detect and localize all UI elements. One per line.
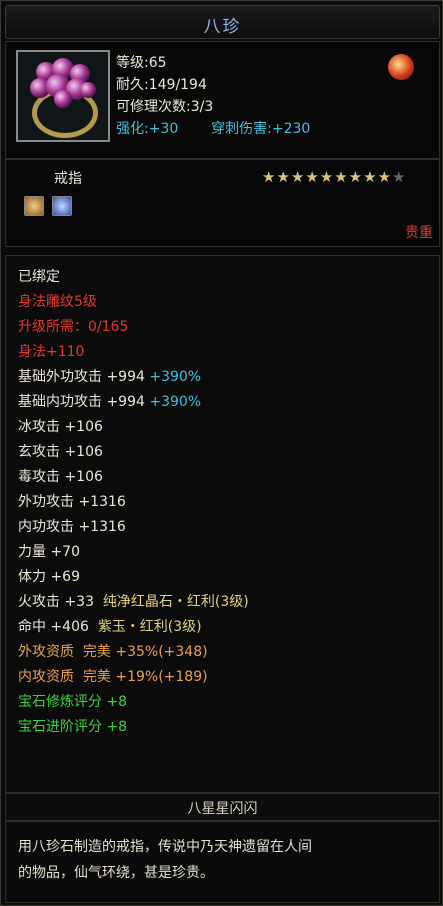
attr-gem-refine-score: 宝石修炼评分 +8 — [18, 694, 128, 710]
attr-internal-attack: 内功攻击 +1316 — [18, 519, 126, 535]
attr-xuan: 玄攻击 +106 — [18, 444, 103, 460]
skill-engraving: 身法雕纹5级 — [18, 294, 97, 310]
ring-item-icon — [16, 50, 110, 142]
rarity-label: 贵重 — [405, 225, 433, 241]
attr-strength: 力量 +70 — [18, 544, 80, 560]
repair-count-text: 可修理次数:3/3 — [116, 99, 214, 115]
attr-poison: 毒攻击 +106 — [18, 469, 103, 485]
attr-stamina: 体力 +69 — [18, 569, 80, 585]
enhance-label: 强化: — [116, 121, 149, 137]
pierce-value: +230 — [271, 121, 311, 137]
attr-ice: 冰攻击 +106 — [18, 419, 103, 435]
attr-base-internal: 基础内功攻击 +994 +390% — [18, 394, 202, 410]
title-bar: 八珍 — [5, 5, 440, 39]
attr-shenfa: 身法+110 — [18, 344, 85, 360]
effect-icon — [388, 54, 414, 80]
attr-external-aptitude: 外攻资质 完美 +35%(+348) — [18, 644, 208, 660]
description-line-1: 用八珍石制造的戒指，传说中乃天神遗留在人间 — [18, 839, 312, 855]
attribute-list: 已绑定 身法雕纹5级 升级所需：0/165 身法+110 基础外功攻击 +994… — [5, 255, 440, 793]
attr-hit: 命中 +406 紫玉・红利(3级) — [18, 619, 202, 635]
attr-external-attack: 外功攻击 +1316 — [18, 494, 126, 510]
stars-empty: ★ — [392, 168, 407, 186]
attr-base-external: 基础外功攻击 +994 +390% — [18, 369, 202, 385]
enhance-value: +30 — [148, 121, 179, 137]
set-name-bar: 八星星闪闪 — [5, 793, 440, 821]
item-tooltip-panel: 八珍 等级:65 耐久:149/194 可修理次数:3/3 强化:+30 穿刺伤… — [0, 0, 443, 906]
item-type: 戒指 — [54, 171, 82, 187]
level-text: 等级:65 — [116, 55, 167, 71]
item-name: 八珍 — [203, 17, 242, 37]
attr-gem-advance-score: 宝石进阶评分 +8 — [18, 719, 128, 735]
pierce-label: 穿刺伤害: — [211, 121, 272, 137]
set-name: 八星星闪闪 — [187, 801, 258, 817]
enhance-line: 强化:+30 穿刺伤害:+230 — [116, 118, 310, 138]
upgrade-requirement: 升级所需：0/165 — [18, 319, 129, 335]
socket-gem-icon-2 — [52, 196, 72, 216]
description-line-2: 的物品，仙气环绕，甚是珍贵。 — [18, 865, 214, 881]
attr-internal-aptitude: 内攻资质 完美 +19%(+189) — [18, 669, 208, 685]
durability-text: 耐久:149/194 — [116, 77, 207, 93]
item-header: 等级:65 耐久:149/194 可修理次数:3/3 强化:+30 穿刺伤害:+… — [5, 41, 440, 159]
attr-fire: 火攻击 +33 纯净红晶石・红利(3级) — [18, 594, 249, 610]
bound-status: 已绑定 — [18, 269, 60, 285]
item-subheader: 戒指 ★★★★★★★★★★ 贵重 — [5, 159, 440, 247]
star-rating: ★★★★★★★★★★ — [262, 168, 406, 186]
stars-filled: ★★★★★★★★★ — [262, 168, 393, 186]
socket-gem-icon — [24, 196, 44, 216]
item-description: 用八珍石制造的戒指，传说中乃天神遗留在人间 的物品，仙气环绕，甚是珍贵。 — [5, 821, 440, 903]
